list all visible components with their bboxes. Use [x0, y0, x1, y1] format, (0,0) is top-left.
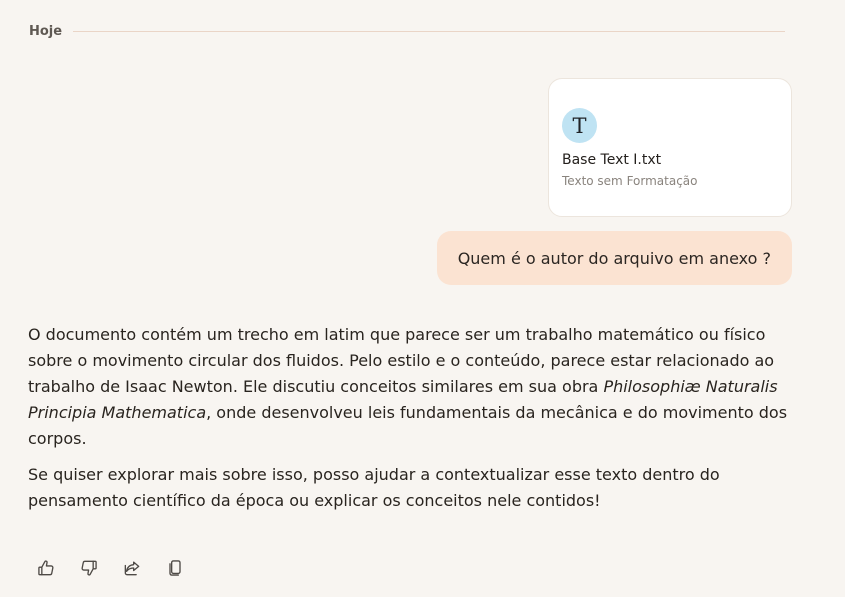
user-message-text: Quem é o autor do arquivo em anexo ?: [457, 248, 771, 268]
date-label: Hoje: [29, 23, 63, 39]
chat-page: Hoje T Base Text I.txt Texto sem Formata…: [0, 0, 845, 597]
share-icon: [124, 561, 140, 576]
text-file-icon: T: [562, 108, 597, 143]
attachment-file-type: Texto sem Formatação: [562, 174, 698, 188]
share-button[interactable]: [120, 557, 144, 579]
date-divider: Hoje: [29, 22, 785, 40]
assistant-paragraph-1: O documento contém um trecho em latim qu…: [28, 322, 798, 452]
user-message-bubble: Quem é o autor do arquivo em anexo ?: [436, 231, 792, 285]
like-button[interactable]: [34, 557, 58, 579]
divider-line: [73, 30, 785, 32]
copy-icon: [169, 560, 181, 576]
thumbs-up-icon: [38, 560, 54, 576]
assistant-paragraph-2: Se quiser explorar mais sobre isso, poss…: [28, 465, 720, 510]
assistant-message: O documento contém um trecho em latim qu…: [28, 322, 798, 524]
dislike-button[interactable]: [77, 557, 101, 579]
message-actions: [34, 557, 187, 579]
attachment-card[interactable]: T Base Text I.txt Texto sem Formatação: [548, 78, 792, 217]
attachment-file-name: Base Text I.txt: [562, 152, 662, 168]
copy-button[interactable]: [163, 557, 187, 579]
thumbs-down-icon: [81, 560, 97, 576]
